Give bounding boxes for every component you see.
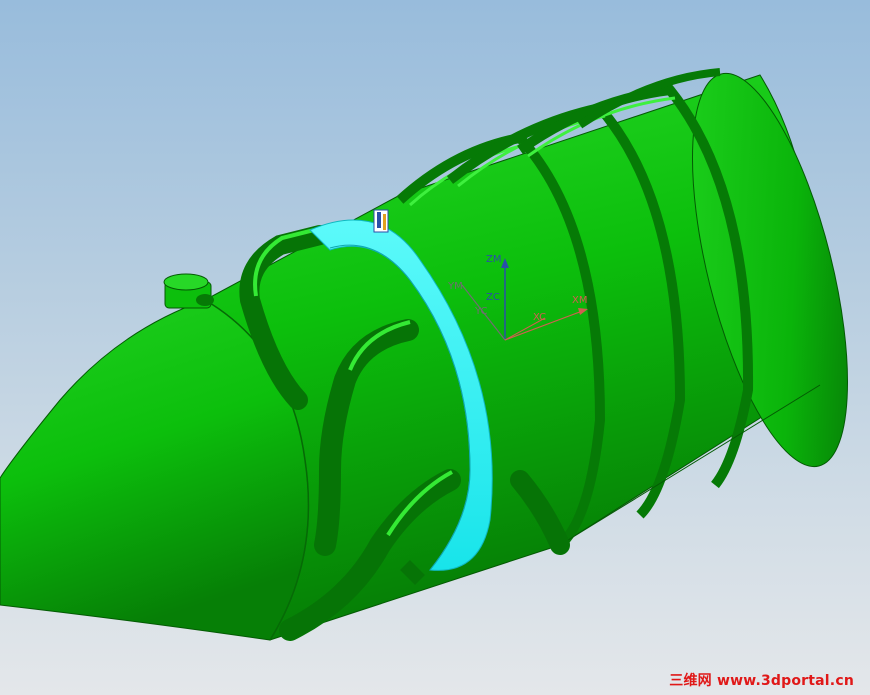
graphics-viewport[interactable]: ZM YM ZC YC XM XC 三维网 www.3dportal.cn (0, 0, 870, 695)
watermark-url-text: www.3dportal.cn (716, 673, 854, 689)
zc-label: ZC (486, 292, 500, 303)
model-scene[interactable]: ZM YM ZC YC XM XC (0, 0, 870, 695)
watermark: 三维网 www.3dportal.cn (669, 670, 854, 690)
top-pin-boss[interactable] (163, 273, 214, 309)
yc-label: YC (474, 306, 488, 317)
xm-label: XM (572, 295, 587, 306)
ym-label: YM (447, 281, 463, 292)
zm-label: ZM (486, 254, 501, 265)
xc-label: XC (533, 312, 546, 323)
watermark-cn-text: 三维网 (669, 673, 712, 689)
